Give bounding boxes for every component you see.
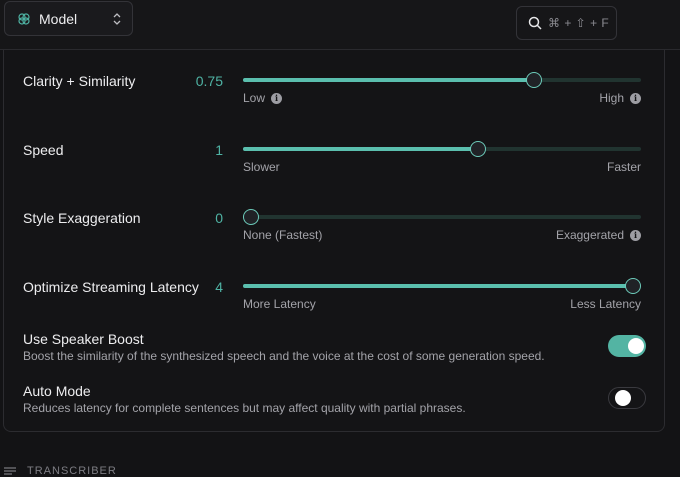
slider-thumb[interactable] xyxy=(625,278,641,294)
info-icon[interactable]: i xyxy=(630,229,641,241)
style-max-hint: Exaggerated i xyxy=(556,228,641,242)
streaming-latency-slider[interactable] xyxy=(243,278,641,294)
model-selector-label: Model xyxy=(39,10,78,27)
slider-fill xyxy=(243,147,479,151)
info-icon[interactable]: i xyxy=(271,92,283,104)
style-exaggeration-value: 0 xyxy=(215,210,223,226)
speed-label: Speed xyxy=(23,142,64,158)
speed-min-hint: Slower xyxy=(243,160,280,174)
slider-fill xyxy=(243,284,633,288)
streaming-latency-value: 4 xyxy=(215,279,223,295)
menu-icon xyxy=(4,466,16,476)
clarity-max-hint: High i xyxy=(599,91,641,105)
toggle-knob xyxy=(615,390,631,406)
latency-min-hint: More Latency xyxy=(243,297,316,311)
model-selector-button[interactable]: Model xyxy=(4,1,133,36)
speaker-boost-toggle[interactable] xyxy=(608,335,646,357)
clarity-min-hint: Low i xyxy=(243,91,283,105)
speed-value: 1 xyxy=(215,142,223,158)
search-icon xyxy=(528,16,542,30)
auto-mode-description: Reduces latency for complete sentences b… xyxy=(23,401,466,415)
auto-mode-title: Auto Mode xyxy=(23,383,91,399)
speed-max-hint: Faster xyxy=(606,160,641,174)
slider-thumb[interactable] xyxy=(243,209,259,225)
brain-icon xyxy=(17,12,31,26)
speed-slider[interactable] xyxy=(243,141,641,157)
search-button[interactable]: ⌘ + ⇧ + F xyxy=(516,6,617,40)
style-exaggeration-slider[interactable] xyxy=(243,209,641,225)
auto-mode-toggle[interactable] xyxy=(608,387,646,409)
slider-thumb[interactable] xyxy=(525,72,542,88)
clarity-similarity-slider[interactable] xyxy=(243,72,641,88)
slider-fill xyxy=(243,78,534,82)
top-bar: Model ⌘ + ⇧ + F xyxy=(0,0,680,50)
latency-max-hint: Less Latency xyxy=(570,297,641,311)
toggle-knob xyxy=(628,338,644,354)
chevron-up-down-icon xyxy=(112,12,122,26)
speaker-boost-title: Use Speaker Boost xyxy=(23,331,144,347)
clarity-max-hint-text: High xyxy=(599,91,624,105)
transcriber-label: TRANSCRIBER xyxy=(27,465,117,477)
clarity-similarity-label: Clarity + Similarity xyxy=(23,73,136,89)
info-icon[interactable]: i xyxy=(630,92,641,104)
style-exaggeration-label: Style Exaggeration xyxy=(23,210,141,226)
style-min-hint: None (Fastest) xyxy=(243,228,323,242)
clarity-min-hint-text: Low xyxy=(243,91,266,105)
speaker-boost-description: Boost the similarity of the synthesized … xyxy=(23,349,545,363)
transcriber-section-header[interactable]: TRANSCRIBER xyxy=(4,465,117,477)
style-max-hint-text: Exaggerated xyxy=(555,228,624,242)
search-shortcut: ⌘ + ⇧ + F xyxy=(548,16,610,30)
streaming-latency-label: Optimize Streaming Latency xyxy=(23,279,199,295)
clarity-similarity-value: 0.75 xyxy=(195,73,223,89)
